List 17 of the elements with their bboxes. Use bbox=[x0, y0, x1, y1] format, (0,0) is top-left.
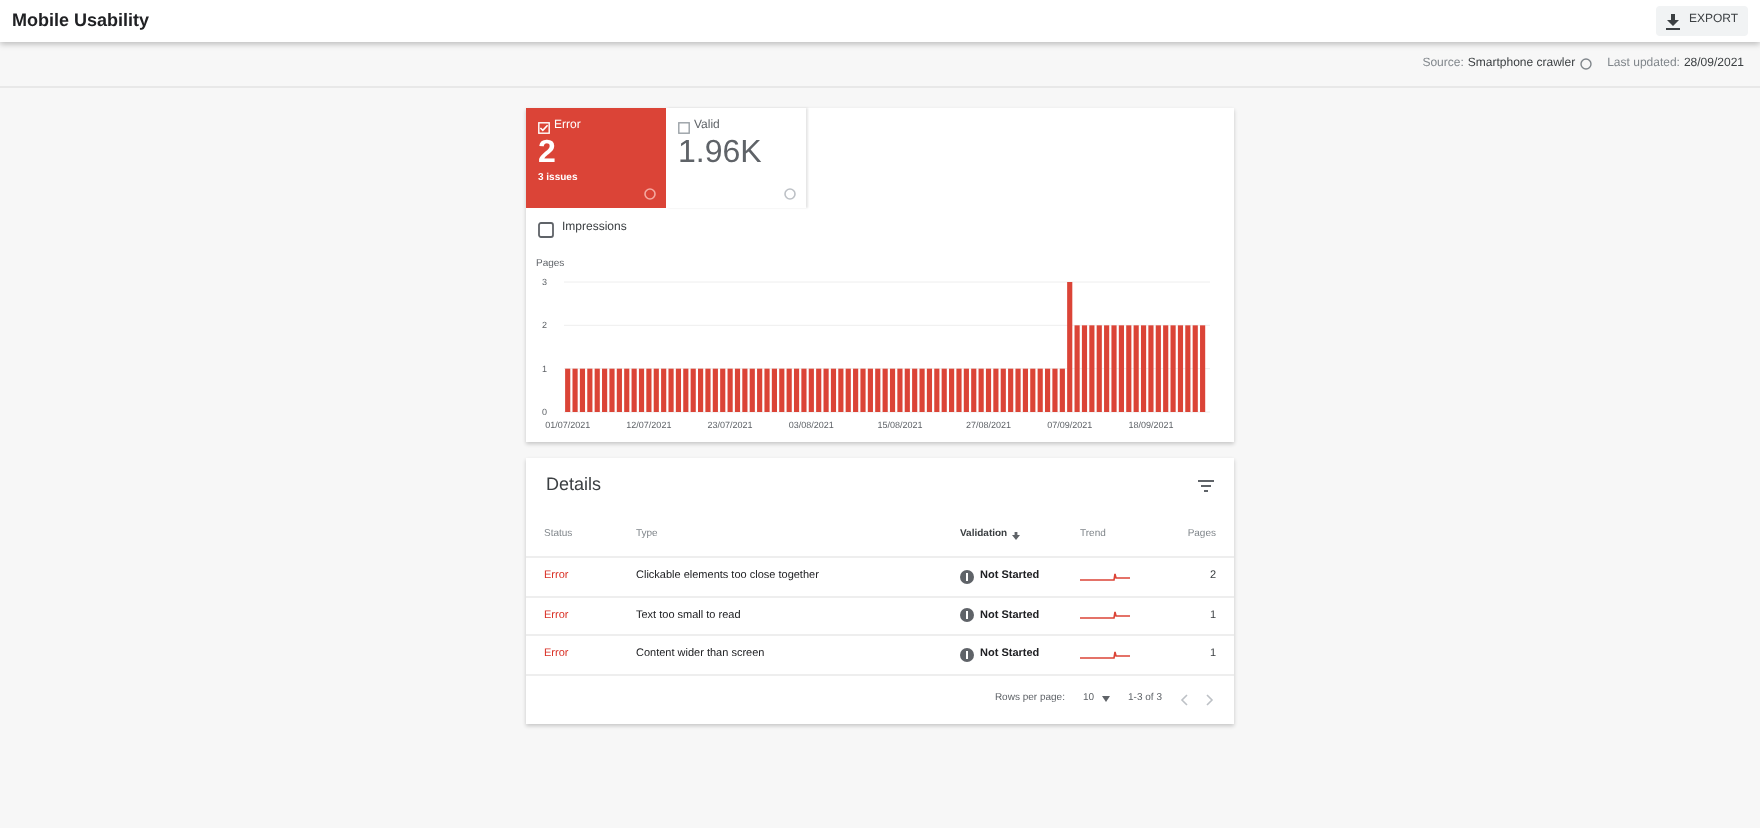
checkbox-icon[interactable] bbox=[538, 221, 554, 237]
checked-checkbox-icon[interactable] bbox=[538, 121, 550, 133]
trend-sparkline bbox=[1080, 610, 1132, 621]
sort-arrow-icon[interactable] bbox=[1011, 531, 1020, 539]
previous-page-icon[interactable] bbox=[1180, 693, 1188, 705]
trend-sparkline bbox=[1080, 571, 1132, 582]
download-icon bbox=[1666, 13, 1681, 29]
page-title: Mobile Usability bbox=[12, 7, 150, 34]
trend-sparkline bbox=[1080, 649, 1132, 660]
info-icon bbox=[960, 608, 974, 623]
info-icon bbox=[960, 647, 974, 662]
caret-icon[interactable] bbox=[1102, 696, 1111, 702]
filter-icon[interactable] bbox=[1198, 480, 1214, 492]
info-icon bbox=[960, 569, 974, 584]
checkbox-icon[interactable] bbox=[678, 121, 690, 133]
next-page-icon[interactable] bbox=[1206, 693, 1214, 705]
section-title: Details bbox=[546, 472, 602, 499]
